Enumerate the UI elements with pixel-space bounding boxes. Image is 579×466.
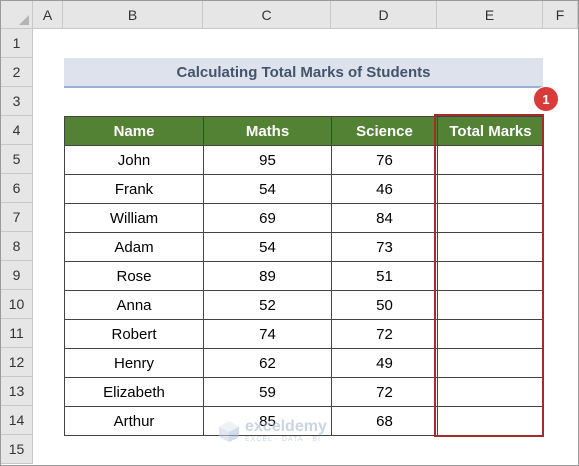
cell-maths[interactable]: 62	[203, 348, 332, 378]
cell-science[interactable]: 73	[331, 232, 438, 262]
header-science[interactable]: Science	[331, 116, 438, 146]
cell-total-marks[interactable]	[437, 145, 544, 175]
cell-maths[interactable]: 89	[203, 261, 332, 291]
header-total-marks[interactable]: Total Marks	[437, 116, 544, 146]
cell-science[interactable]: 84	[331, 203, 438, 233]
table-row: Elizabeth 59 72	[64, 377, 544, 407]
table-row: William 69 84	[64, 203, 544, 233]
row-header-10[interactable]: 10	[1, 290, 33, 319]
cell-science[interactable]: 72	[331, 377, 438, 407]
row-header-14[interactable]: 14	[1, 406, 33, 435]
watermark-tagline: EXCEL · DATA · BI	[245, 436, 321, 443]
header-name[interactable]: Name	[64, 116, 204, 146]
table-row: Robert 74 72	[64, 319, 544, 349]
cell-name[interactable]: Robert	[64, 319, 204, 349]
cell-science[interactable]: 51	[331, 261, 438, 291]
row-header-15[interactable]: 15	[1, 435, 33, 464]
cell-maths[interactable]: 54	[203, 232, 332, 262]
cell-total-marks[interactable]	[437, 261, 544, 291]
cell-total-marks[interactable]	[437, 290, 544, 320]
row-header-7[interactable]: 7	[1, 203, 33, 232]
cell-science[interactable]: 76	[331, 145, 438, 175]
marks-table: Name Maths Science Total Marks John 95 7…	[64, 116, 544, 436]
row-header-9[interactable]: 9	[1, 261, 33, 290]
cell-total-marks[interactable]	[437, 377, 544, 407]
cell-name[interactable]: John	[64, 145, 204, 175]
column-header-c[interactable]: C	[203, 1, 331, 29]
title-underline	[64, 86, 543, 88]
cell-total-marks[interactable]	[437, 232, 544, 262]
cell-total-marks[interactable]	[437, 203, 544, 233]
cell-name[interactable]: Adam	[64, 232, 204, 262]
row-header-6[interactable]: 6	[1, 174, 33, 203]
row-header-2[interactable]: 2	[1, 58, 33, 87]
header-maths[interactable]: Maths	[203, 116, 332, 146]
cell-maths[interactable]: 74	[203, 319, 332, 349]
cell-maths[interactable]: 52	[203, 290, 332, 320]
exceldemy-watermark: exceldemy EXCEL · DATA · BI	[217, 419, 327, 443]
row-header-5[interactable]: 5	[1, 145, 33, 174]
select-all-corner[interactable]	[1, 1, 33, 29]
cell-total-marks[interactable]	[437, 319, 544, 349]
row-header-4[interactable]: 4	[1, 116, 33, 145]
column-header-f[interactable]: F	[543, 1, 578, 29]
row-header-12[interactable]: 12	[1, 348, 33, 377]
cell-total-marks[interactable]	[437, 348, 544, 378]
table-row: John 95 76	[64, 145, 544, 175]
table-header-row: Name Maths Science Total Marks	[64, 116, 544, 146]
select-all-icon	[19, 15, 29, 25]
row-header-11[interactable]: 11	[1, 319, 33, 348]
row-header-8[interactable]: 8	[1, 232, 33, 261]
row-header-3[interactable]: 3	[1, 87, 33, 116]
cell-name[interactable]: Henry	[64, 348, 204, 378]
table-row: Rose 89 51	[64, 261, 544, 291]
cell-science[interactable]: 50	[331, 290, 438, 320]
table-row: Frank 54 46	[64, 174, 544, 204]
sheet-title[interactable]: Calculating Total Marks of Students	[64, 58, 543, 86]
cell-total-marks[interactable]	[437, 174, 544, 204]
cell-name[interactable]: Elizabeth	[64, 377, 204, 407]
column-header-d[interactable]: D	[331, 1, 437, 29]
cell-science[interactable]: 46	[331, 174, 438, 204]
cell-science[interactable]: 49	[331, 348, 438, 378]
watermark-name: exceldemy	[245, 418, 327, 435]
step-badge: 1	[533, 86, 559, 112]
row-header-1[interactable]: 1	[1, 29, 33, 58]
cell-name[interactable]: Rose	[64, 261, 204, 291]
table-row: Henry 62 49	[64, 348, 544, 378]
cell-science[interactable]: 72	[331, 319, 438, 349]
column-header-a[interactable]: A	[33, 1, 63, 29]
cell-maths[interactable]: 54	[203, 174, 332, 204]
cell-science[interactable]: 68	[331, 406, 438, 436]
cell-total-marks[interactable]	[437, 406, 544, 436]
cell-name[interactable]: Anna	[64, 290, 204, 320]
cell-maths[interactable]: 95	[203, 145, 332, 175]
row-header-13[interactable]: 13	[1, 377, 33, 406]
cell-maths[interactable]: 59	[203, 377, 332, 407]
cell-name[interactable]: William	[64, 203, 204, 233]
cell-maths[interactable]: 69	[203, 203, 332, 233]
cell-name[interactable]: Frank	[64, 174, 204, 204]
exceldemy-logo-icon	[219, 421, 239, 442]
table-row: Adam 54 73	[64, 232, 544, 262]
table-row: Anna 52 50	[64, 290, 544, 320]
column-header-b[interactable]: B	[63, 1, 203, 29]
column-header-e[interactable]: E	[437, 1, 543, 29]
spreadsheet: A B C D E F 1 2 3 4 5 6 7 8 9 10 11 12 1…	[0, 0, 579, 466]
cell-name[interactable]: Arthur	[64, 406, 204, 436]
